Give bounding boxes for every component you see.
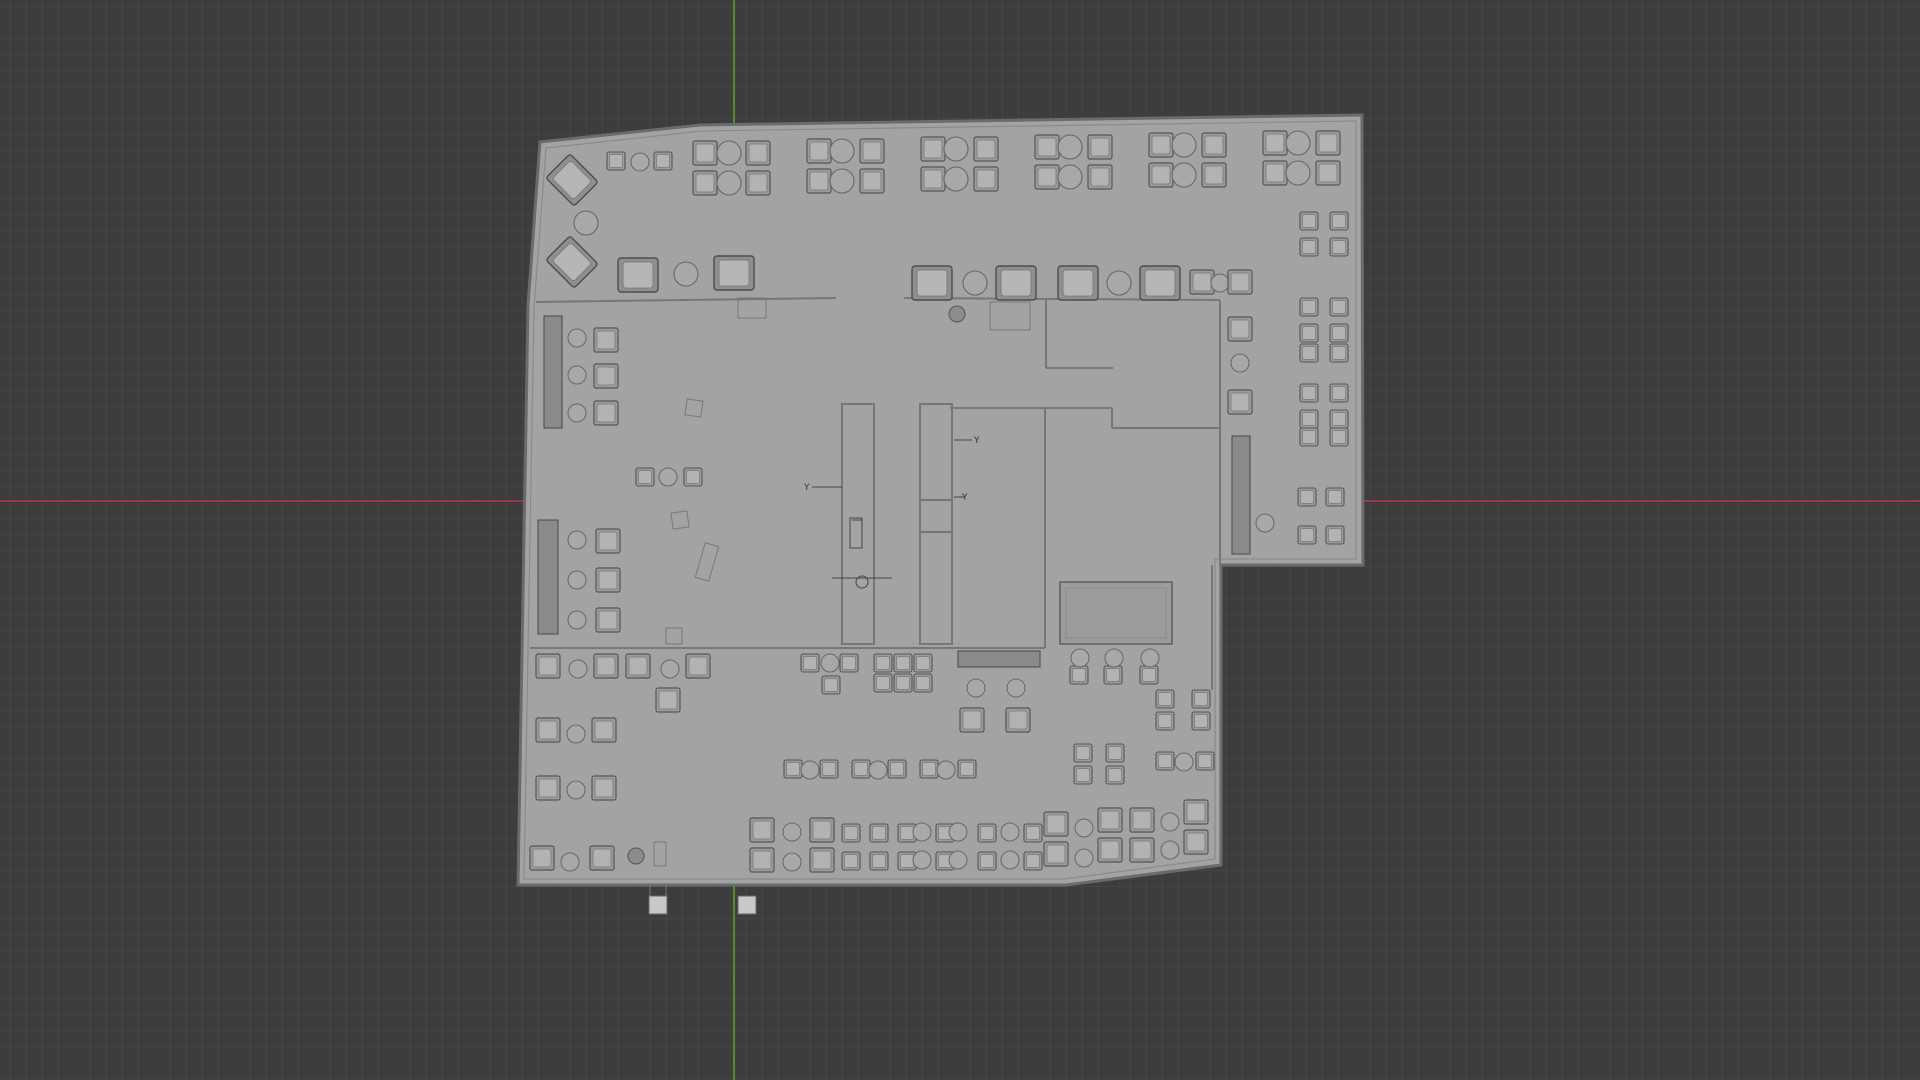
dim-label: Y (973, 436, 980, 446)
dim-label: Y (961, 493, 968, 503)
dim-label: Y (803, 483, 810, 493)
entrance-post-left (648, 895, 668, 915)
entrance-post-right (737, 895, 757, 915)
floor-plan-model[interactable]: Y Y Y (0, 0, 1920, 1080)
counter-block (1059, 581, 1173, 645)
3d-viewport[interactable]: Y Y Y (0, 0, 1920, 1080)
